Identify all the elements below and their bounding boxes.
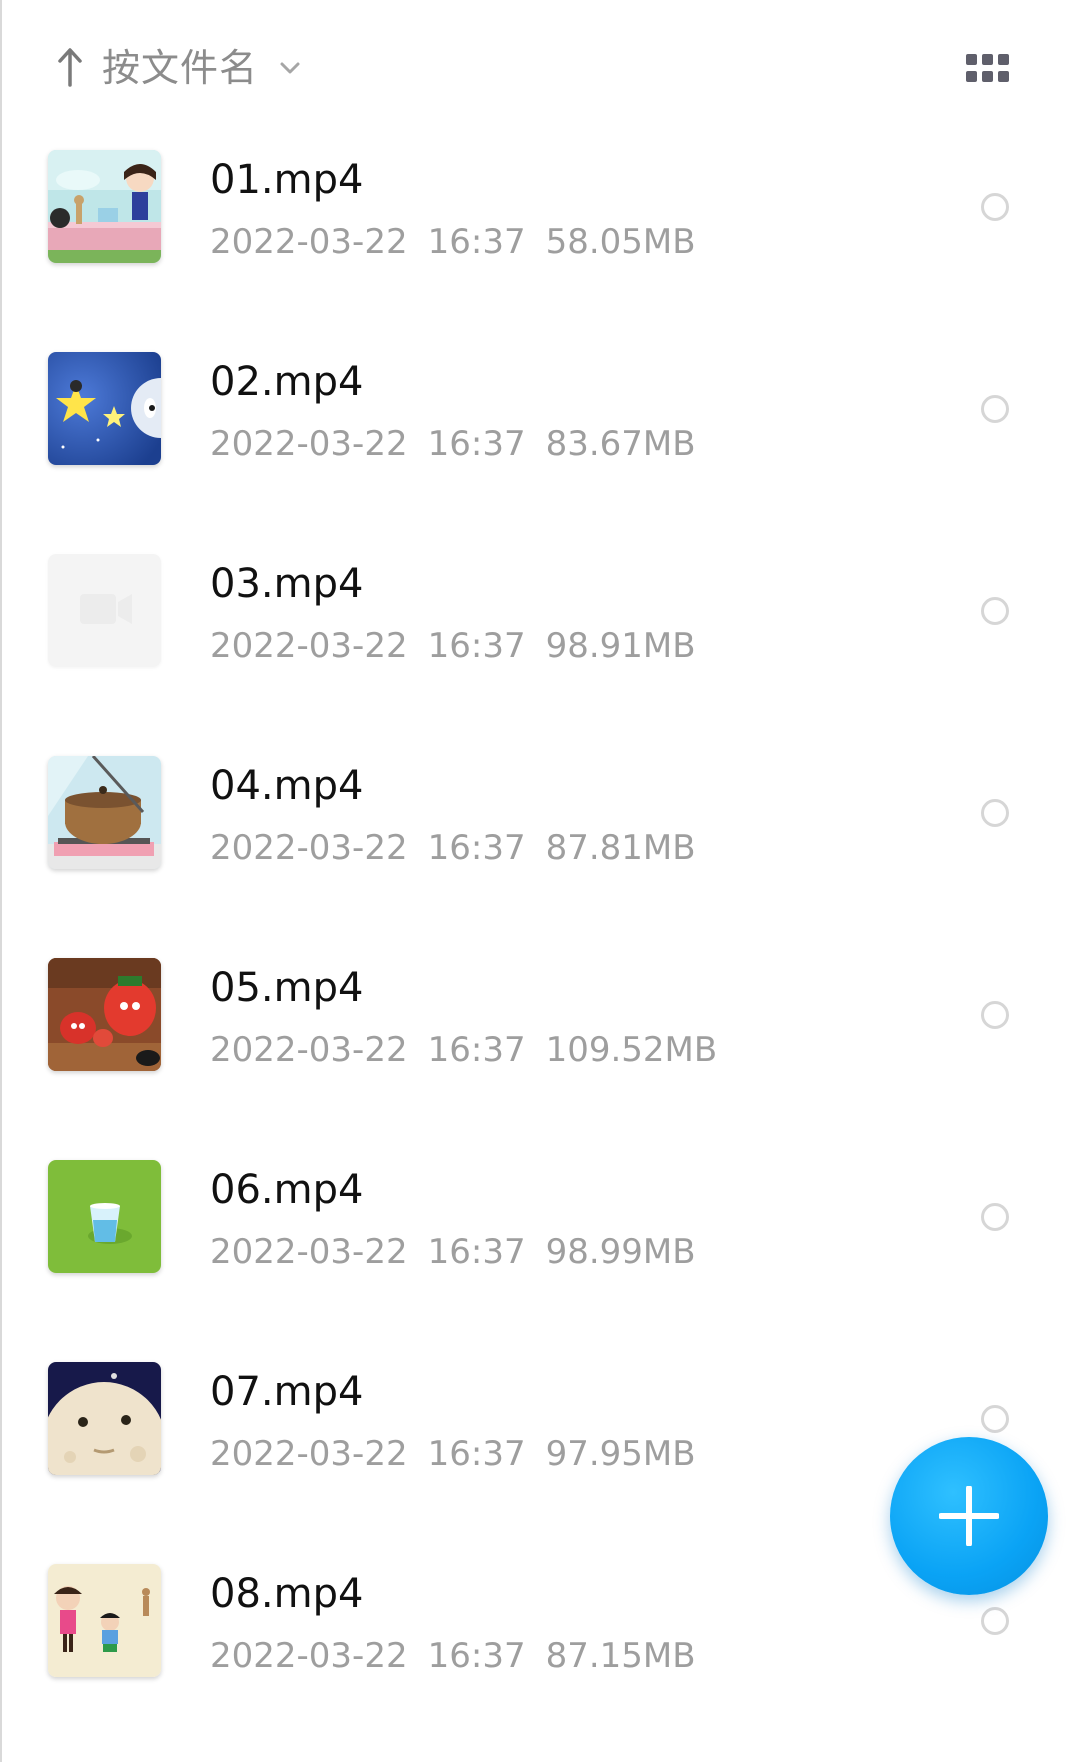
file-meta: 2022-03-22 16:37 83.67MB xyxy=(210,422,716,466)
file-size: 98.99MB xyxy=(545,1232,696,1272)
sort-ascending-arrow-icon[interactable] xyxy=(54,45,86,87)
file-name: 03.mp4 xyxy=(210,561,364,607)
select-checkbox[interactable] xyxy=(981,193,1009,221)
green-glass-thumbnail xyxy=(48,1160,161,1273)
file-size: 109.52MB xyxy=(545,1030,718,1070)
file-time: 16:37 xyxy=(427,1030,526,1070)
file-name: 08.mp4 xyxy=(210,1571,364,1617)
night-sky-stars-thumbnail xyxy=(48,352,161,465)
file-time: 16:37 xyxy=(427,626,526,666)
file-time: 16:37 xyxy=(427,828,526,868)
file-row[interactable]: 01.mp4 2022-03-22 16:37 58.05MB xyxy=(0,144,1080,348)
file-meta: 2022-03-22 16:37 87.81MB xyxy=(210,826,716,870)
plus-icon xyxy=(939,1486,999,1546)
file-row[interactable]: 05.mp4 2022-03-22 16:37 109.52MB xyxy=(0,952,1080,1156)
file-date: 2022-03-22 xyxy=(210,1232,408,1272)
file-meta: 2022-03-22 16:37 87.15MB xyxy=(210,1634,716,1678)
video-placeholder-thumbnail xyxy=(48,554,161,667)
select-checkbox[interactable] xyxy=(981,1405,1009,1433)
file-name: 05.mp4 xyxy=(210,965,364,1011)
file-meta: 2022-03-22 16:37 58.05MB xyxy=(210,220,716,264)
sort-by-label[interactable]: 按文件名 xyxy=(102,44,258,92)
grid-view-icon[interactable] xyxy=(966,54,1010,84)
file-time: 16:37 xyxy=(427,424,526,464)
cartoon-girl-table-thumbnail xyxy=(48,150,161,263)
select-checkbox[interactable] xyxy=(981,1607,1009,1635)
select-checkbox[interactable] xyxy=(981,597,1009,625)
red-characters-thumbnail xyxy=(48,958,161,1071)
file-name: 06.mp4 xyxy=(210,1167,364,1213)
file-size: 97.95MB xyxy=(545,1434,696,1474)
file-size: 87.15MB xyxy=(545,1636,696,1676)
file-size: 87.81MB xyxy=(545,828,696,868)
file-date: 2022-03-22 xyxy=(210,1434,408,1474)
file-size: 58.05MB xyxy=(545,222,696,262)
file-date: 2022-03-22 xyxy=(210,222,408,262)
select-checkbox[interactable] xyxy=(981,1001,1009,1029)
file-name: 07.mp4 xyxy=(210,1369,364,1415)
select-checkbox[interactable] xyxy=(981,395,1009,423)
sort-toolbar: 按文件名 xyxy=(0,0,1080,140)
moon-face-thumbnail xyxy=(48,1362,161,1475)
file-date: 2022-03-22 xyxy=(210,1030,408,1070)
file-row[interactable]: 03.mp4 2022-03-22 16:37 98.91MB xyxy=(0,548,1080,752)
file-meta: 2022-03-22 16:37 98.91MB xyxy=(210,624,716,668)
pot-on-stove-thumbnail xyxy=(48,756,161,869)
file-name: 01.mp4 xyxy=(210,157,364,203)
file-name: 02.mp4 xyxy=(210,359,364,405)
file-date: 2022-03-22 xyxy=(210,1636,408,1676)
file-time: 16:37 xyxy=(427,1232,526,1272)
file-row[interactable]: 06.mp4 2022-03-22 16:37 98.99MB xyxy=(0,1154,1080,1358)
kids-cartoon-thumbnail xyxy=(48,1564,161,1677)
select-checkbox[interactable] xyxy=(981,799,1009,827)
file-meta: 2022-03-22 16:37 109.52MB xyxy=(210,1028,737,1072)
file-name: 04.mp4 xyxy=(210,763,364,809)
file-date: 2022-03-22 xyxy=(210,626,408,666)
file-size: 83.67MB xyxy=(545,424,696,464)
file-size: 98.91MB xyxy=(545,626,696,666)
add-button[interactable] xyxy=(890,1437,1048,1595)
select-checkbox[interactable] xyxy=(981,1203,1009,1231)
file-row[interactable]: 08.mp4 2022-03-22 16:37 87.15MB xyxy=(0,1558,1080,1762)
file-time: 16:37 xyxy=(427,222,526,262)
file-time: 16:37 xyxy=(427,1434,526,1474)
file-time: 16:37 xyxy=(427,1636,526,1676)
chevron-down-icon[interactable] xyxy=(278,56,302,80)
file-meta: 2022-03-22 16:37 98.99MB xyxy=(210,1230,716,1274)
file-row[interactable]: 02.mp4 2022-03-22 16:37 83.67MB xyxy=(0,346,1080,550)
file-meta: 2022-03-22 16:37 97.95MB xyxy=(210,1432,716,1476)
file-date: 2022-03-22 xyxy=(210,424,408,464)
file-row[interactable]: 04.mp4 2022-03-22 16:37 87.81MB xyxy=(0,750,1080,954)
file-date: 2022-03-22 xyxy=(210,828,408,868)
